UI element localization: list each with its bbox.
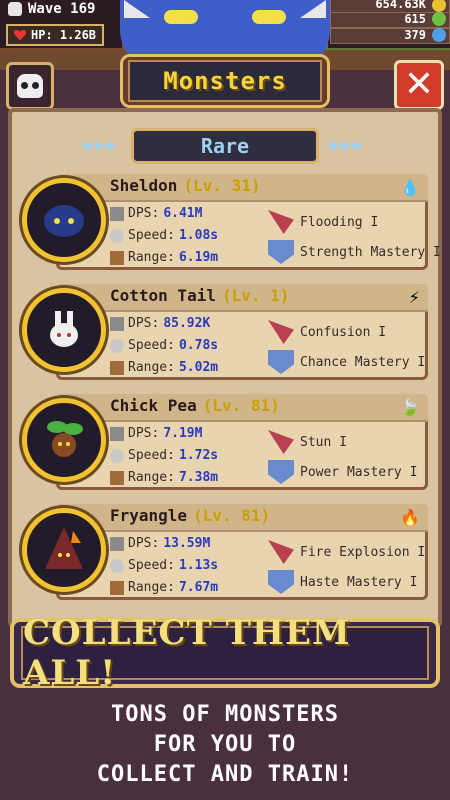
eye-left <box>164 10 198 24</box>
skill-scroll-icon <box>268 430 294 454</box>
sword-icon <box>110 316 124 331</box>
promo-caption-line: COLLECT AND TRAIN! <box>96 762 354 787</box>
sword-icon <box>110 536 124 551</box>
resource-green-value: 615 <box>404 12 426 26</box>
promo-caption-line: FOR YOU TO <box>153 732 297 757</box>
page-title: Monsters <box>128 60 322 102</box>
speed-icon <box>110 338 124 353</box>
stat-range: Range: 5.02m <box>110 360 218 375</box>
skill-1: Fire Explosion I <box>268 540 425 564</box>
bow-icon <box>110 360 124 375</box>
stat-speed: Speed: 1.13s <box>110 558 218 573</box>
monster-level: (Lv. 81) <box>202 396 280 415</box>
stat-range: Range: 6.19m <box>110 250 218 265</box>
title-banner: Monsters <box>120 54 330 108</box>
skill-2: Power Mastery I <box>268 460 417 484</box>
stars-left-icon: ★★★ <box>80 136 117 155</box>
tab-rarity[interactable]: Rare <box>131 128 319 164</box>
monster-portrait <box>22 398 106 482</box>
skill-2: Haste Mastery I <box>268 570 417 594</box>
hp-label: HP: 1.26B <box>31 28 97 42</box>
skill-2: Chance Mastery I <box>268 350 425 374</box>
monster-name: Sheldon (Lv. 31) <box>110 176 261 195</box>
skill-scroll-icon <box>268 210 294 234</box>
monster-card[interactable]: Sheldon (Lv. 31) 💧 DPS: 6.41M Speed: 1.08s … <box>18 170 441 274</box>
lightning-icon: ⚡ <box>408 288 420 307</box>
sword-icon <box>110 206 124 221</box>
resource-hud: 654.63K 615 379 <box>328 0 450 48</box>
monster-portrait <box>22 288 106 372</box>
close-button[interactable]: ✕ <box>394 60 444 110</box>
skill-1: Confusion I <box>268 320 386 344</box>
shield-icon <box>268 460 294 484</box>
skull-menu-button[interactable] <box>6 62 54 110</box>
horn-right <box>300 0 326 18</box>
skill-2: Strength Mastery I <box>268 240 441 264</box>
shield-icon <box>268 240 294 264</box>
wave-indicator: Wave 169 <box>8 0 95 18</box>
eye-right <box>252 10 286 24</box>
stat-speed: Speed: 1.72s <box>110 448 218 463</box>
resource-blue-value: 379 <box>404 28 426 42</box>
bow-icon <box>110 250 124 265</box>
shield-icon <box>268 570 294 594</box>
promo-caption: TONS OF MONSTERS FOR YOU TO COLLECT AND … <box>0 700 450 790</box>
leaf-icon: 🍃 <box>400 398 420 417</box>
sword-icon <box>110 426 124 441</box>
heart-icon <box>14 29 26 41</box>
stat-range: Range: 7.67m <box>110 580 218 595</box>
bow-icon <box>110 580 124 595</box>
skill-scroll-icon <box>268 320 294 344</box>
stat-dps: DPS: 13.59M <box>110 536 210 551</box>
speed-icon <box>110 558 124 573</box>
stars-right-icon: ★★★ <box>326 136 363 155</box>
tab-rarity-label: Rare <box>200 134 250 158</box>
fire-icon: 🔥 <box>400 508 420 527</box>
monster-card[interactable]: Fryangle (Lv. 81) 🔥 DPS: 13.59M Speed: 1.13… <box>18 500 428 604</box>
stat-dps: DPS: 7.19M <box>110 426 202 441</box>
skill-1: Flooding I <box>268 210 378 234</box>
monster-card[interactable]: Cotton Tail (Lv. 1) ⚡ DPS: 85.92K Speed: 0.… <box>18 280 428 384</box>
blue-gem-icon <box>432 28 446 42</box>
skill-scroll-icon <box>268 540 294 564</box>
stat-speed: Speed: 0.78s <box>110 338 218 353</box>
monster-level: (Lv. 1) <box>221 286 290 305</box>
water-drop-icon: 💧 <box>400 178 420 197</box>
green-gem-icon <box>432 12 446 26</box>
stat-range: Range: 7.38m <box>110 470 218 485</box>
stat-dps: DPS: 6.41M <box>110 206 202 221</box>
promo-banner: COLLECT THEM ALL! <box>10 613 440 693</box>
promo-caption-line: TONS OF MONSTERS <box>111 702 339 727</box>
close-icon: ✕ <box>403 64 435 105</box>
speed-icon <box>110 228 124 243</box>
hp-bar: HP: 1.26B <box>6 24 105 46</box>
skill-1: Stun I <box>268 430 347 454</box>
promo-banner-text: COLLECT THEM ALL! <box>21 613 429 693</box>
monster-portrait <box>22 508 106 592</box>
bow-icon <box>110 470 124 485</box>
monster-level: (Lv. 81) <box>193 506 271 525</box>
monster-name: Fryangle (Lv. 81) <box>110 506 271 525</box>
speed-icon <box>110 448 124 463</box>
monster-name: Cotton Tail (Lv. 1) <box>110 286 290 305</box>
stat-dps: DPS: 85.92K <box>110 316 210 331</box>
monster-portrait <box>22 178 106 262</box>
skull-icon <box>8 2 22 16</box>
wave-hud: Wave 169 HP: 1.26B <box>0 0 124 50</box>
horn-left <box>124 0 150 18</box>
shield-icon <box>268 350 294 374</box>
monster-level: (Lv. 31) <box>183 176 261 195</box>
wave-label: Wave 169 <box>28 1 96 17</box>
resource-gold-value: 654.63K <box>375 0 426 11</box>
stat-speed: Speed: 1.08s <box>110 228 218 243</box>
monster-name: Chick Pea (Lv. 81) <box>110 396 280 415</box>
skull-icon <box>17 74 43 98</box>
monster-card[interactable]: Chick Pea (Lv. 81) 🍃 DPS: 7.19M Speed: 1.72… <box>18 390 428 494</box>
